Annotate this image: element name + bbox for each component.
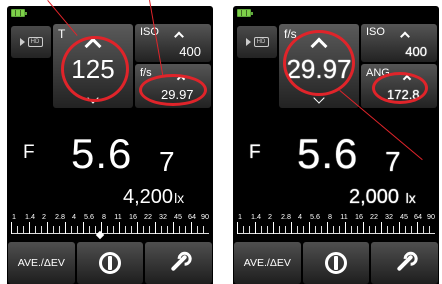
scale-label: 2 xyxy=(42,212,46,221)
scale-label: 1.4 xyxy=(25,212,35,221)
iso-panel[interactable]: ISO 400 xyxy=(135,24,211,62)
wrench-icon xyxy=(396,254,414,272)
scale-label: 16 xyxy=(129,212,137,221)
scale-label: 45 xyxy=(174,212,182,221)
chevron-up-icon[interactable] xyxy=(400,31,411,42)
play-icon xyxy=(245,38,251,46)
scale-label: 8 xyxy=(102,212,106,221)
lux-unit: lx xyxy=(405,190,416,206)
play-icon xyxy=(19,38,25,46)
f-number-tenths: 7 xyxy=(385,146,401,177)
scale-label: 1 xyxy=(238,212,242,221)
scale-label: 22 xyxy=(144,212,152,221)
scale-label: 4 xyxy=(298,212,302,221)
scale-label: 32 xyxy=(159,212,167,221)
f-number-value: 5.6 xyxy=(297,130,359,177)
scale-label: 32 xyxy=(385,212,393,221)
scale-label: 4 xyxy=(72,212,76,221)
lux-value: 4,200 xyxy=(123,186,174,208)
scale-label: 5.6 xyxy=(310,212,320,221)
scale-label: 1 xyxy=(12,212,16,221)
memory-icon xyxy=(325,252,347,274)
illuminance-readout: 4,200lx xyxy=(123,186,184,209)
iso-label: ISO xyxy=(366,26,385,38)
settings-button[interactable] xyxy=(371,242,439,284)
scale-label: 64 xyxy=(188,212,196,221)
memory-button[interactable] xyxy=(302,242,370,284)
wrench-icon xyxy=(170,254,188,272)
annotation-circle xyxy=(139,74,207,106)
average-ev-button[interactable]: AVE./ΔEV xyxy=(234,242,301,284)
scale-label: 5.6 xyxy=(84,212,94,221)
f-number-tenths: 7 xyxy=(159,146,175,177)
iso-value: 400 xyxy=(179,44,201,59)
aperture-scale: 1 1.4 2 2.8 4 5.6 8 11 16 22 32 45 64 90 xyxy=(10,212,210,222)
cine-camera-icon: HD xyxy=(27,37,43,47)
scale-label: 90 xyxy=(201,212,209,221)
cine-camera-icon: HD xyxy=(253,37,269,47)
f-number-label: F xyxy=(249,142,261,163)
memory-icon xyxy=(99,252,121,274)
scale-label: 64 xyxy=(414,212,422,221)
memory-button[interactable] xyxy=(76,242,144,284)
scale-label: 90 xyxy=(427,212,435,221)
battery-icon xyxy=(237,9,253,17)
scale-label: 2.8 xyxy=(281,212,291,221)
scale-label: 11 xyxy=(340,212,348,221)
scale-major-ticks xyxy=(11,222,209,234)
f-number-label: F xyxy=(23,142,35,163)
bottom-toolbar: AVE./ΔEV xyxy=(233,242,439,284)
iso-panel[interactable]: ISO 400 xyxy=(361,24,437,62)
scale-label: 2 xyxy=(268,212,272,221)
scale-label: 22 xyxy=(370,212,378,221)
bottom-toolbar: AVE./ΔEV xyxy=(7,242,213,284)
mode-button[interactable]: HD xyxy=(11,26,51,58)
annotation-circle xyxy=(372,72,428,104)
average-ev-button[interactable]: AVE./ΔEV xyxy=(8,242,75,284)
mode-button[interactable]: HD xyxy=(237,26,277,58)
scale-major-ticks xyxy=(237,222,435,234)
settings-button[interactable] xyxy=(145,242,213,284)
illuminance-readout: 2,000 lx xyxy=(349,186,416,209)
scale-label: 2.8 xyxy=(55,212,65,221)
scale-label: 11 xyxy=(114,212,122,221)
scale-label: 16 xyxy=(355,212,363,221)
chevron-up-icon[interactable] xyxy=(174,31,185,42)
lux-value: 2,000 xyxy=(349,186,400,208)
scale-label: 1.4 xyxy=(251,212,261,221)
annotation-circle xyxy=(283,30,355,96)
shutter-label: T xyxy=(58,27,66,41)
iso-value: 400 xyxy=(405,44,427,59)
scale-label: 45 xyxy=(400,212,408,221)
lux-unit: lx xyxy=(174,190,185,206)
f-number-value: 5.6 xyxy=(71,130,133,177)
aperture-scale: 1 1.4 2 2.8 4 5.6 8 11 16 22 32 45 64 90 xyxy=(236,212,436,222)
scale-label: 8 xyxy=(328,212,332,221)
battery-icon xyxy=(11,9,27,17)
annotation-circle xyxy=(61,36,129,102)
